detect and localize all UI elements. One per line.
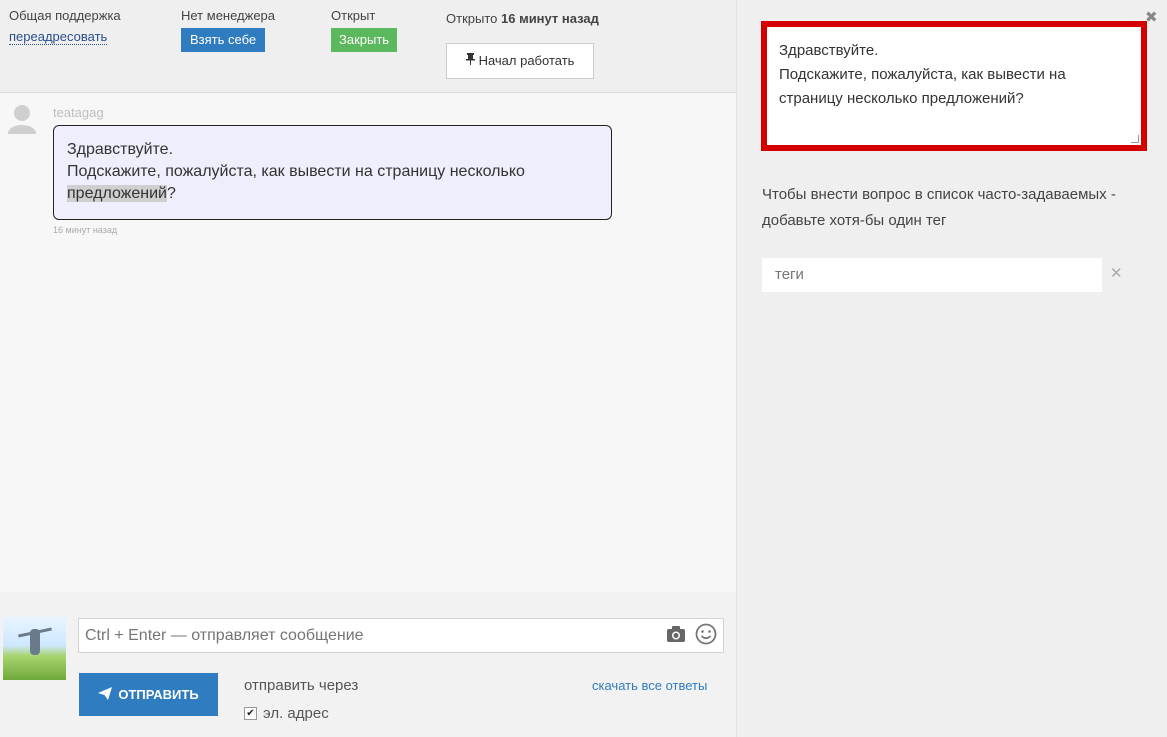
message-composer: ОТПРАВИТЬ отправить через скачать все от… — [0, 592, 736, 737]
email-checkbox[interactable]: ✔ — [244, 707, 257, 720]
message-bubble: Здравствуйте. Подскажите, пожалуйста, ка… — [53, 125, 612, 220]
tags-input[interactable] — [762, 258, 1102, 292]
resize-handle[interactable] — [1131, 135, 1139, 143]
message-input[interactable] — [78, 618, 724, 653]
message-highlight: предложений — [67, 185, 167, 202]
opened-info: Открыто 16 минут назад — [446, 11, 599, 26]
start-work-label: Начал работать — [478, 53, 575, 68]
opened-prefix: Открыто — [446, 11, 498, 26]
clear-tags-icon[interactable]: ✕ — [1110, 264, 1123, 282]
message-line-2: Подскажите, пожалуйста, как вывести на с… — [67, 163, 525, 180]
ticket-header: Общая поддержка переадресовать Нет менед… — [0, 0, 736, 93]
ticket-panel: Общая поддержка переадресовать Нет менед… — [0, 0, 737, 737]
group-label: Общая поддержка — [9, 8, 121, 23]
start-work-button[interactable]: Начал работать — [446, 43, 594, 79]
faq-hint-text: Чтобы внести вопрос в список часто-задав… — [762, 186, 1116, 229]
status-label: Открыт — [331, 8, 376, 23]
chat-history: teatagag Здравствуйте. Подскажите, пожал… — [0, 94, 736, 592]
faq-panel: ✖ Здравствуйте. Подскажите, пожалуйста, … — [737, 0, 1167, 737]
answer-line-2: Подскажите, пожалуйста, как вывести на с… — [779, 66, 1066, 107]
message-line-3: предложений? — [67, 183, 598, 205]
redirect-link[interactable]: переадресовать — [9, 30, 108, 45]
message-line-1: Здравствуйте. — [67, 141, 174, 158]
message-timestamp: 16 минут назад — [53, 225, 118, 235]
close-ticket-button[interactable]: Закрыть — [331, 28, 398, 52]
answer-textarea[interactable]: Здравствуйте. Подскажите, пожалуйста, ка… — [761, 21, 1147, 151]
user-placeholder-icon — [6, 102, 38, 134]
send-via-label: отправить через — [244, 677, 359, 694]
message-tail: ? — [167, 185, 176, 202]
download-answers-link[interactable]: скачать все ответы — [592, 678, 707, 693]
take-ticket-button[interactable]: Взять себе — [181, 28, 266, 52]
send-label: ОТПРАВИТЬ — [118, 687, 199, 702]
manager-label: Нет менеджера — [181, 8, 276, 23]
avatar — [3, 617, 66, 680]
opened-time: 16 минут назад — [501, 11, 599, 26]
send-button[interactable]: ОТПРАВИТЬ — [79, 673, 218, 716]
pin-icon — [465, 44, 475, 78]
camera-icon[interactable] — [666, 625, 686, 643]
email-option[interactable]: ✔ эл. адрес — [244, 705, 329, 722]
answer-line-1: Здравствуйте. — [779, 42, 879, 59]
paper-plane-icon — [98, 686, 113, 703]
message-author: teatagag — [53, 105, 104, 120]
email-checkbox-label: эл. адрес — [263, 705, 329, 722]
emoji-icon[interactable] — [695, 623, 717, 645]
